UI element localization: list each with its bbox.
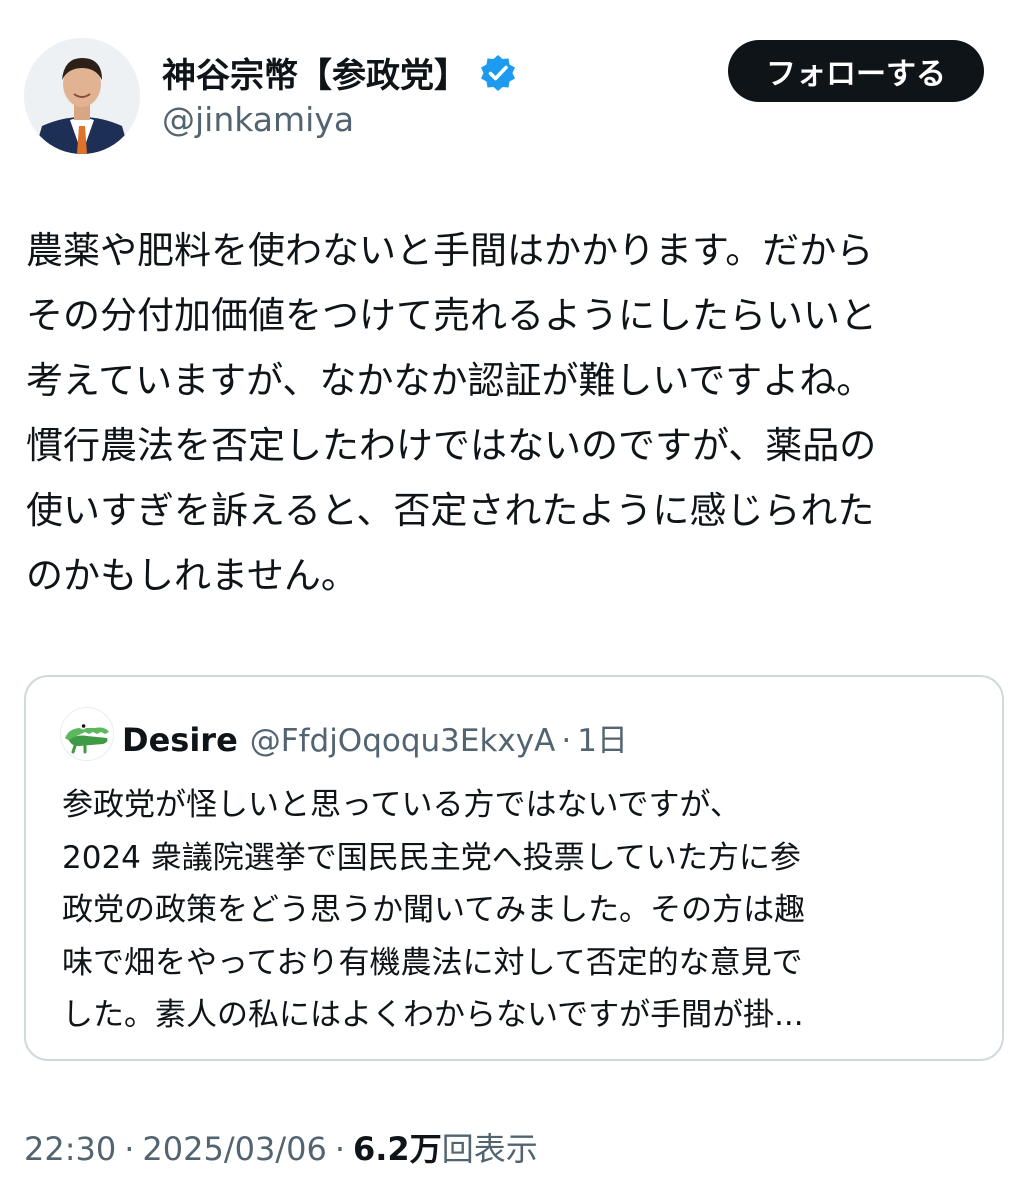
tweet-line: 慣行農法を否定したわけではないのですが、薬品の xyxy=(26,424,877,467)
author-handle[interactable]: @jinkamiya xyxy=(162,100,354,139)
quote-author-handle[interactable]: @FfdjOqoqu3EkxyA xyxy=(250,723,556,759)
quote-line: 2024 衆議院選挙で国民民主党へ投票していた方に参 xyxy=(62,839,801,876)
tweet-line: 考えていますが、なかなか認証が難しいですよね。 xyxy=(26,359,874,402)
views-label: 回表示 xyxy=(441,1130,538,1168)
quote-line: した。素人の私にはよくわからないですが手間が掛... xyxy=(62,997,804,1033)
quote-author-name[interactable]: Desire xyxy=(122,721,238,759)
tweet-line: その分付加価値をつけて売れるようにしたらいいと xyxy=(26,294,877,337)
tweet-line: のかもしれません。 xyxy=(26,554,358,597)
views-count: 6.2万 xyxy=(353,1130,442,1168)
quote-timestamp[interactable]: 1日 xyxy=(577,715,628,760)
tweet-line: 使いすぎを訴えると、否定されたように感じられた xyxy=(26,489,875,532)
quote-author-avatar[interactable] xyxy=(60,707,114,761)
crocodile-avatar-icon xyxy=(61,708,113,760)
author-avatar-image xyxy=(24,38,140,154)
tweet-date[interactable]: 2025/03/06 xyxy=(142,1130,326,1168)
quote-line: 味で畑をやっており有機農法に対して否定的な意見で xyxy=(62,944,803,981)
quote-line: 政党の政策をどう思うか聞いてみました。その方は趣 xyxy=(62,892,806,928)
tweet-meta: 22:30 · 2025/03/06 · 6.2万 回表示 xyxy=(24,1124,538,1170)
tweet-time[interactable]: 22:30 xyxy=(24,1130,116,1168)
verified-badge-icon xyxy=(478,53,518,93)
tweet-line: 農薬や肥料を使わないと手間はかかります。だから xyxy=(26,229,874,272)
tweet-text: 農薬や肥料を使わないと手間はかかります。だから その分付加価値をつけて売れるよう… xyxy=(26,218,1006,608)
author-avatar[interactable] xyxy=(24,38,140,154)
quoted-tweet-card[interactable]: Desire @FfdjOqoqu3EkxyA · 1日 参政党が怪しいと思って… xyxy=(24,675,1004,1061)
author-name-row: 神谷宗幣【参政党】 xyxy=(162,48,518,97)
quote-separator: · xyxy=(561,723,572,759)
author-display-name[interactable]: 神谷宗幣【参政党】 xyxy=(162,48,468,97)
follow-button[interactable]: フォローする xyxy=(728,40,984,102)
meta-separator: · xyxy=(334,1130,345,1168)
quote-line: 参政党が怪しいと思っている方ではないですが、 xyxy=(62,787,741,823)
quote-text: 参政党が怪しいと思っている方ではないですが、 2024 衆議院選挙で国民民主党へ… xyxy=(62,779,992,1042)
quote-header: Desire @FfdjOqoqu3EkxyA · 1日 xyxy=(122,715,628,760)
meta-separator: · xyxy=(124,1130,135,1168)
